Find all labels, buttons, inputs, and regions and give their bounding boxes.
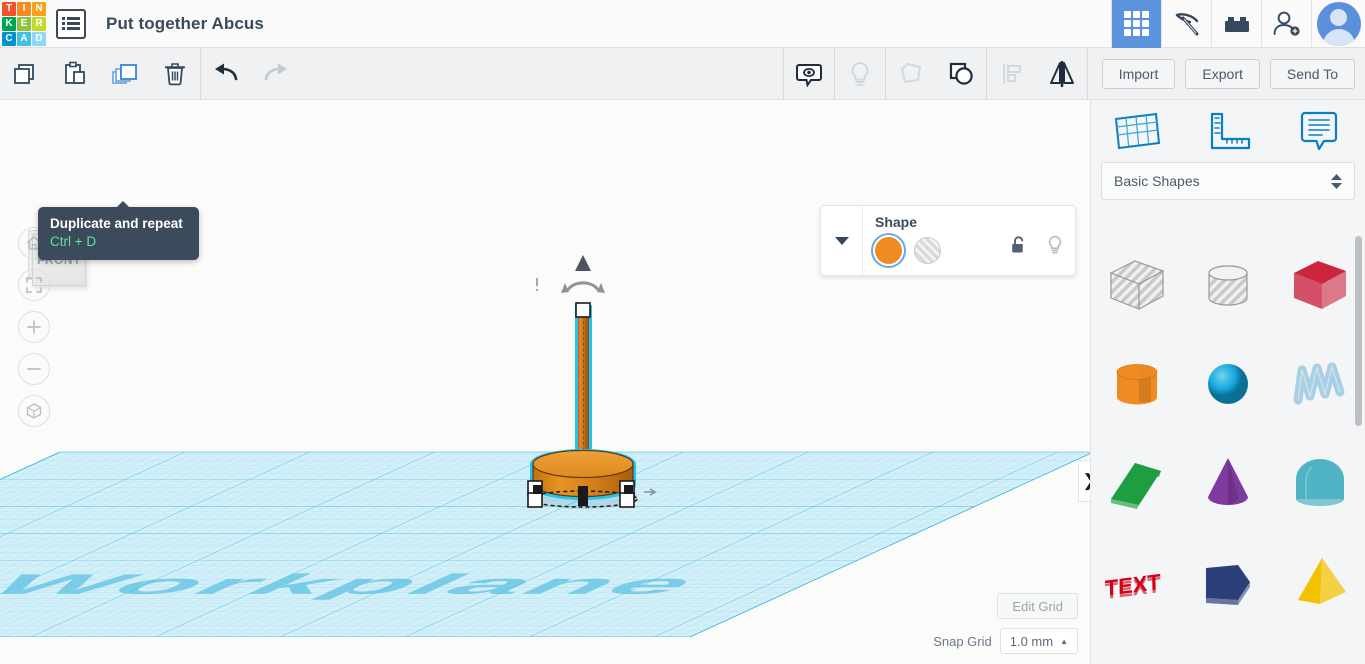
logo-tile-n: N [32, 1, 46, 16]
shape-partial-1[interactable] [1091, 632, 1183, 664]
top-bar-actions [1111, 0, 1365, 48]
logo-tile-e: E [17, 16, 31, 31]
shape-inspector-panel: Shape Solid Hole [820, 205, 1076, 276]
logo-tile-r: R [32, 16, 46, 31]
snap-grid-value: 1.0 mm [1009, 633, 1054, 649]
lightbulb-icon[interactable] [835, 48, 885, 100]
shape-panel-title: Shape [875, 214, 918, 230]
category-select-value: Basic Shapes [1114, 173, 1200, 189]
shape-sphere[interactable] [1183, 335, 1275, 434]
gallery-grid-icon[interactable] [1111, 0, 1161, 48]
chevron-down-icon[interactable] [821, 206, 863, 275]
shape-polygon[interactable] [1183, 533, 1275, 632]
group-icon[interactable] [936, 48, 986, 100]
spinner-arrows-icon [1331, 173, 1342, 189]
avatar[interactable] [1311, 0, 1365, 48]
workplane-icon[interactable] [1091, 109, 1182, 153]
top-bar: TIN KER CAD Put together Abcus [0, 0, 1365, 48]
shape-cylinder-hole[interactable] [1183, 236, 1275, 335]
panel-tool-icons [1091, 100, 1365, 162]
note-bubble-icon[interactable] [1274, 108, 1365, 154]
shape-panel-actions [1011, 235, 1063, 260]
shape-inspector-body: Shape Solid Hole [863, 206, 1075, 275]
tooltip-title: Duplicate and repeat [50, 216, 183, 231]
history-tools [201, 48, 301, 100]
mirror-icon[interactable] [1037, 48, 1087, 100]
shape-box-hole[interactable] [1091, 236, 1183, 335]
add-person-icon[interactable] [1261, 0, 1311, 48]
ortho-perspective-button[interactable] [18, 395, 50, 427]
hole-swatch[interactable] [914, 237, 941, 264]
workplane-render: Workplane [0, 255, 1090, 638]
shape-text[interactable]: TEXT TEXT [1091, 533, 1183, 632]
redo-icon[interactable] [251, 48, 301, 100]
grid-controls: Edit Grid Snap Grid 1.0 mm ▲ [933, 593, 1078, 654]
page-title[interactable]: Put together Abcus [106, 14, 264, 34]
tooltip-shortcut: Ctrl + D [50, 234, 97, 249]
lego-brick-icon[interactable] [1211, 0, 1261, 48]
fit-to-view-button[interactable] [18, 269, 50, 301]
category-select[interactable]: Basic Shapes [1101, 162, 1355, 200]
logo-tile-k: K [2, 16, 16, 31]
snap-grid-row: Snap Grid 1.0 mm ▲ [933, 628, 1078, 654]
shape-half-cylinder[interactable] [1274, 434, 1365, 533]
tinkercad-logo[interactable]: TIN KER CAD [0, 0, 46, 48]
ungroup-icon[interactable] [886, 48, 936, 100]
shape-cone[interactable] [1183, 434, 1275, 533]
snap-grid-label: Snap Grid [933, 633, 992, 649]
caret-up-icon: ▲ [1060, 636, 1068, 646]
note-icon[interactable] [784, 48, 834, 100]
shape-box[interactable] [1274, 236, 1365, 335]
shape-library[interactable]: TEXT TEXT [1091, 228, 1365, 664]
tinkercad-app: TIN KER CAD Put together Abcus Import Expo… [0, 0, 1365, 664]
shape-cylinder[interactable] [1091, 335, 1183, 434]
undo-icon[interactable] [201, 48, 251, 100]
category-select-wrap: Basic Shapes [1091, 162, 1365, 200]
unlock-icon[interactable] [1011, 235, 1027, 260]
logo-tile-t: T [2, 1, 16, 16]
panel-collapse-tab[interactable]: ❯ [1078, 460, 1090, 502]
solid-color-swatch[interactable] [875, 237, 902, 264]
zoom-in-button[interactable] [18, 311, 50, 343]
shapes-panel: Basic Shapes TEXT TEXT [1090, 100, 1365, 664]
logo-tile-c: C [2, 31, 16, 46]
ruler-icon[interactable] [1182, 109, 1273, 153]
clipboard-tools [0, 48, 200, 100]
toolbar-divider-6 [1086, 47, 1088, 100]
align-icon[interactable] [987, 48, 1037, 100]
shape-partial-2[interactable] [1183, 632, 1275, 664]
shape-scribble[interactable] [1274, 335, 1365, 434]
shape-roof[interactable] [1091, 434, 1183, 533]
trash-icon[interactable] [150, 48, 200, 100]
duplicate-icon[interactable] [100, 48, 150, 100]
import-button[interactable]: Import [1101, 58, 1176, 89]
svg-text:Workplane: Workplane [0, 569, 727, 601]
shape-pyramid[interactable] [1274, 533, 1365, 632]
list-menu-icon[interactable] [56, 8, 86, 39]
lightbulb-icon[interactable] [1047, 235, 1063, 260]
shape-library-scrollbar[interactable] [1355, 236, 1362, 426]
logo-tile-d: D [32, 31, 46, 46]
duplicate-tooltip: Duplicate and repeat Ctrl + D [38, 201, 199, 260]
snap-grid-select[interactable]: 1.0 mm ▲ [999, 628, 1078, 654]
pickaxe-icon[interactable] [1161, 0, 1211, 48]
edit-grid-button[interactable]: Edit Grid [997, 593, 1078, 619]
edit-toolbar: Import Export Send To [0, 47, 1365, 100]
export-button[interactable]: Export [1185, 58, 1260, 89]
send-to-button[interactable]: Send To [1269, 58, 1355, 89]
io-buttons: Import Export Send To [1101, 48, 1365, 100]
zoom-out-button[interactable] [18, 353, 50, 385]
paste-icon[interactable] [50, 48, 100, 100]
logo-tile-a: A [17, 31, 31, 46]
shape-partial-3[interactable] [1274, 632, 1365, 664]
copy-icon[interactable] [0, 48, 50, 100]
3d-viewport[interactable]: Workplane FRONT Duplicate and repeat Ctr… [0, 100, 1090, 664]
logo-tile-i: I [17, 1, 31, 16]
